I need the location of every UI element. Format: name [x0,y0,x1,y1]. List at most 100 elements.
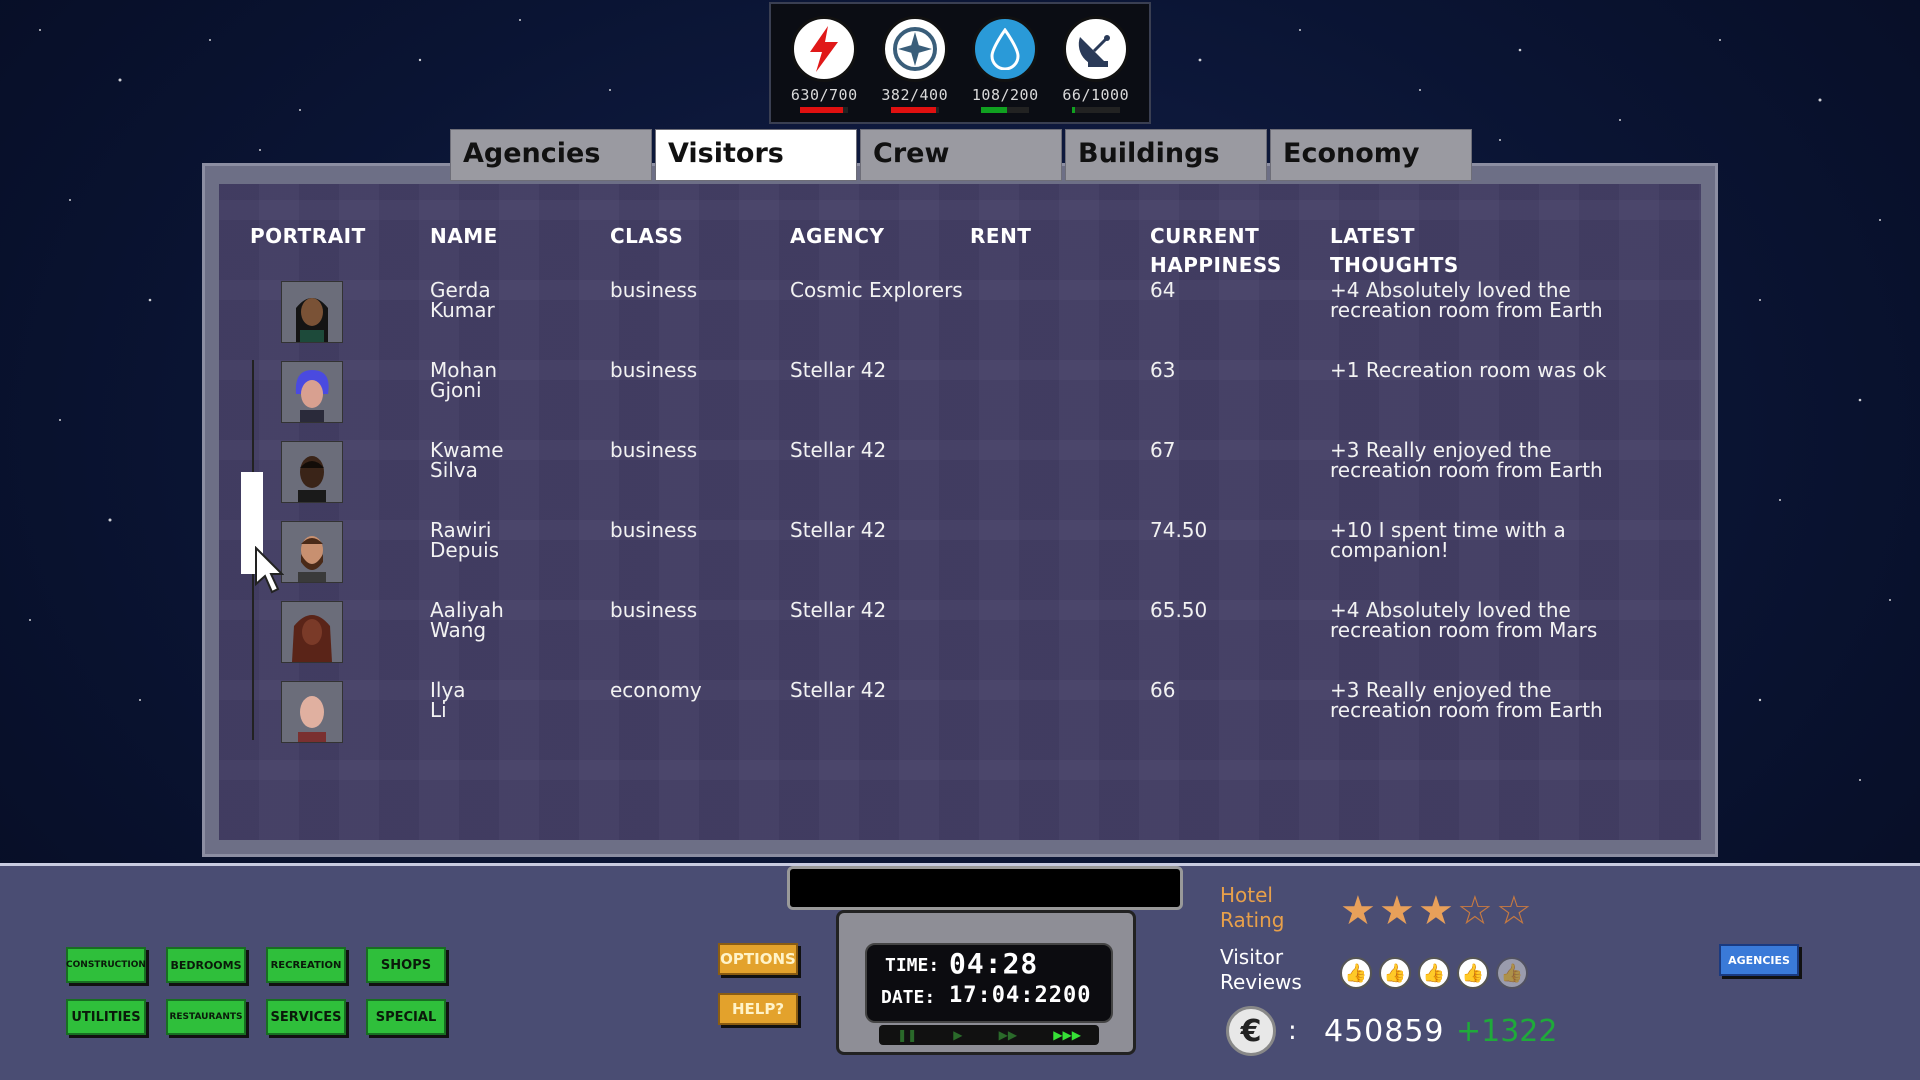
agencies-button[interactable]: AGENCIES [1719,944,1799,976]
header-happiness-line2: HAPPINESS [1150,253,1282,277]
table-row-thought: +10 I spent time with a companion! [1330,518,1566,562]
table-row-class: business [610,518,698,542]
water-drop-icon [972,16,1039,82]
mouse-cursor-icon [255,546,284,594]
fan-icon [881,16,948,82]
comms-value: 66/1000 [1062,86,1130,104]
table-row-agency: Stellar 42 [790,598,887,622]
play-icon[interactable]: ▶ [953,1028,962,1042]
star-filled-icon: ★ [1418,888,1454,934]
table-row-name: Kwame Silva [430,438,504,482]
visitor-portrait[interactable] [281,441,343,503]
construction-button[interactable]: CONSTRUCTION [66,947,146,983]
header-class: CLASS [610,224,684,248]
table-row-class: business [610,278,698,302]
resource-bar-fill [890,107,937,113]
hotel-rating-label: Hotel Rating [1220,883,1285,932]
visitor-portrait[interactable] [281,361,343,423]
table-row-agency: Stellar 42 [790,358,887,382]
visitor-portrait[interactable] [281,521,343,583]
tab-economy[interactable]: Economy [1270,129,1472,181]
visitor-portrait[interactable] [281,601,343,663]
visitor-portrait[interactable] [281,681,343,743]
utilities-button[interactable]: UTILITIES [66,999,146,1035]
table-row-class: business [610,438,698,462]
fast-forward-icon[interactable]: ▶▶ [999,1028,1017,1042]
air-resource: 382/400 [872,16,958,122]
services-button[interactable]: SERVICES [266,999,346,1035]
thumbs-up-icon: 👍 [1418,957,1450,989]
credits-delta: +1322 [1456,1014,1558,1049]
message-box [787,866,1183,910]
table-row-name: Ilya Li [430,678,466,722]
power-value: 630/700 [790,86,858,104]
table-row-name: Rawiri Depuis [430,518,500,562]
resource-bar-fill [800,107,844,113]
air-value: 382/400 [881,86,949,104]
credits-amount: 450859 [1324,1014,1445,1049]
table-row-thought: +4 Absolutely loved the recreation room f… [1330,278,1603,322]
restaurants-button[interactable]: RESTAURANTS [166,999,246,1035]
resource-bar-fill [981,107,1008,113]
tab-agencies[interactable]: Agencies [450,129,652,181]
table-row-thought: +4 Absolutely loved the recreation room f… [1330,598,1598,642]
header-rent: RENT [970,224,1032,248]
credits-icon: € [1226,1006,1276,1056]
table-row-agency: Cosmic Explorers [790,278,963,302]
tab-buildings[interactable]: Buildings [1065,129,1267,181]
visitor-portrait[interactable] [281,281,343,343]
water-bar [981,107,1030,113]
table-row-happiness: 67 [1150,438,1176,462]
help-button[interactable]: HELP? [718,993,798,1025]
fastest-forward-icon[interactable]: ▶▶▶ [1053,1028,1081,1042]
header-thoughts-line1: LATEST [1330,224,1416,248]
special-button[interactable]: SPECIAL [366,999,446,1035]
tab-crew[interactable]: Crew [860,129,1062,181]
header-thoughts-line2: THOUGHTS [1330,253,1459,277]
tab-visitors[interactable]: Visitors [655,129,857,181]
options-button[interactable]: OPTIONS [718,943,798,975]
table-row-happiness: 74.50 [1150,518,1208,542]
credits-separator: : [1288,1016,1297,1046]
star-filled-icon: ★ [1379,888,1415,934]
table-row-class: business [610,598,698,622]
table-row-agency: Stellar 42 [790,678,887,702]
thumbs-up-icon: 👍 [1340,957,1372,989]
header-name: NAME [430,224,498,248]
lightning-icon [791,16,858,82]
table-row-happiness: 63 [1150,358,1176,382]
air-bar [890,107,939,113]
clock-panel: TIME: 04:28 DATE: 17:04:2200 ❚❚ ▶ ▶▶ ▶▶▶ [836,910,1136,1055]
resource-bar: 630/700 382/400 108/200 66/1000 [769,2,1151,124]
header-thoughts: LATEST THOUGHTS [1330,222,1459,280]
table-row-name: Gerda Kumar [430,278,495,322]
star-filled-icon: ★ [1340,888,1376,934]
time-label: TIME: [885,955,940,976]
header-happiness-line1: CURRENT [1150,224,1260,248]
table-row-agency: Stellar 42 [790,518,887,542]
table-row-class: economy [610,678,702,702]
bedrooms-button[interactable]: BEDROOMS [166,947,246,983]
table-row-happiness: 65.50 [1150,598,1208,622]
comms-resource: 66/1000 [1053,16,1139,122]
date-value: 17:04:2200 [949,983,1092,1008]
thumbs-up-empty-icon: 👍 [1496,957,1528,989]
star-empty-icon: ☆ [1496,888,1532,934]
comms-bar [1071,107,1120,113]
resource-bar-fill [1071,107,1075,113]
recreation-button[interactable]: RECREATION [266,947,346,983]
table-row-name: Mohan Gjoni [430,358,498,402]
date-label: DATE: [881,987,936,1008]
table-row-happiness: 66 [1150,678,1176,702]
header-agency: AGENCY [790,224,885,248]
visitor-reviews-label: Visitor Reviews [1220,945,1302,994]
table-row-name: Aaliyah Wang [430,598,504,642]
star-empty-icon: ☆ [1457,888,1493,934]
shops-button[interactable]: SHOPS [366,947,446,983]
header-portrait: PORTRAIT [250,224,366,248]
table-row-class: business [610,358,698,382]
table-row-thought: +3 Really enjoyed the recreation room fro… [1330,438,1603,482]
visitors-panel [202,163,1718,857]
thumbs-up-icon: 👍 [1457,957,1489,989]
pause-icon[interactable]: ❚❚ [897,1028,917,1042]
